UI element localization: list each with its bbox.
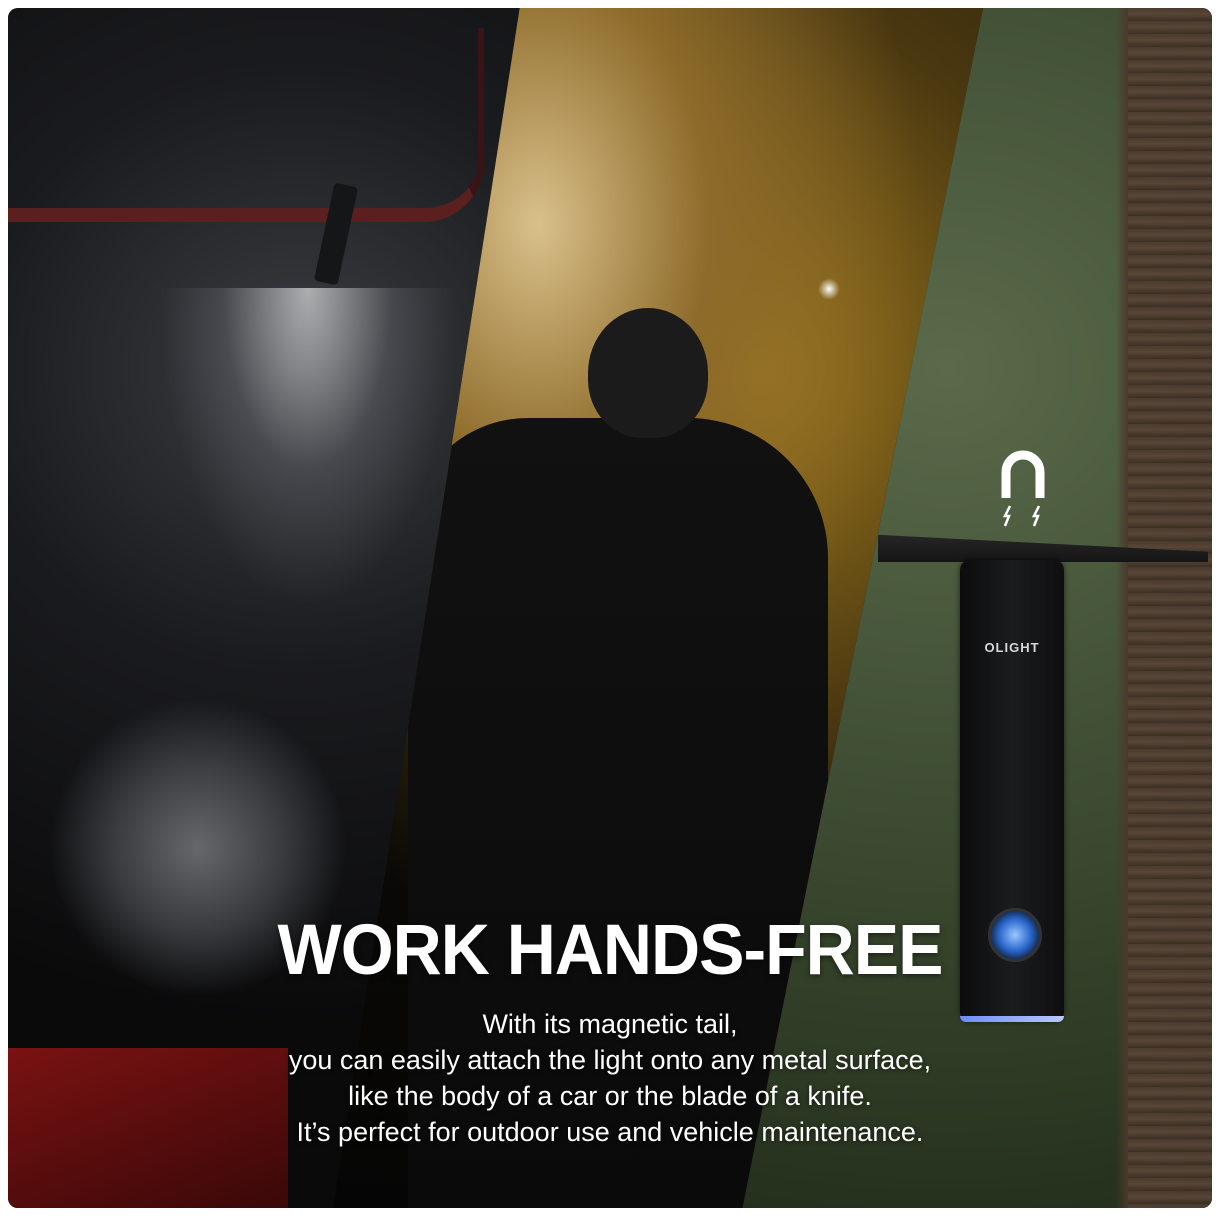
body-line-3: like the body of a car or the blade of a… — [348, 1081, 872, 1111]
body-line-1: With its magnetic tail, — [482, 1009, 738, 1039]
body-line-2: you can easily attach the light onto any… — [288, 1045, 932, 1075]
flashlight-glow — [818, 278, 840, 300]
light-beam — [158, 288, 458, 608]
caption-block: WORK HANDS-FREE With its magnetic tail, … — [0, 910, 1220, 1150]
car-hood — [8, 28, 484, 222]
headline: WORK HANDS-FREE — [277, 910, 944, 990]
magnet-icon — [1001, 450, 1045, 527]
device-brand-label: OLIGHT — [984, 640, 1040, 655]
body-line-4: It’s perfect for outdoor use and vehicle… — [296, 1117, 924, 1147]
worker-head — [588, 308, 708, 438]
